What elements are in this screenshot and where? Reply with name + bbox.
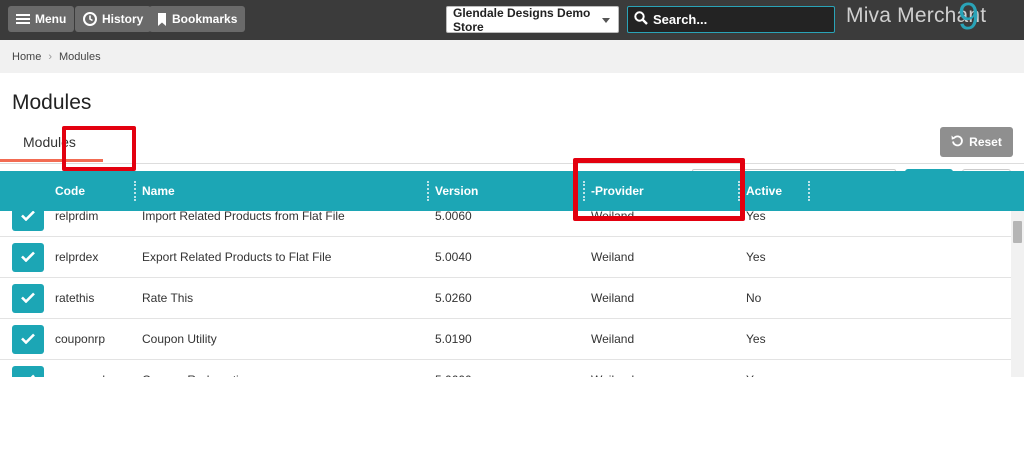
cell-active: No xyxy=(746,291,762,305)
row-checkbox[interactable] xyxy=(12,325,44,354)
table-scrollbar[interactable] xyxy=(1011,211,1024,377)
clock-icon xyxy=(83,12,97,26)
cell-provider: Weiland xyxy=(591,250,635,264)
tab-divider xyxy=(0,163,1024,164)
history-button[interactable]: History xyxy=(75,6,152,32)
table-row[interactable]: relprdex Export Related Products to Flat … xyxy=(0,237,1011,278)
cell-active: Yes xyxy=(746,211,766,223)
csv-highlight-box xyxy=(62,126,136,171)
column-resize-handle[interactable] xyxy=(427,181,429,201)
hamburger-icon xyxy=(16,13,30,25)
cell-version: 5.0190 xyxy=(435,332,472,346)
column-header-code[interactable]: Code xyxy=(55,171,85,211)
reset-button[interactable]: Reset xyxy=(940,127,1013,157)
table-row[interactable]: couponrp Coupon Utility 5.0190 Weiland Yes xyxy=(0,319,1011,360)
check-icon xyxy=(21,211,35,224)
cell-active: Yes xyxy=(746,360,766,377)
cell-name: Export Related Products to Flat File xyxy=(142,250,332,264)
undo-icon xyxy=(951,134,964,150)
row-checkbox[interactable] xyxy=(12,366,44,377)
check-icon xyxy=(21,292,35,306)
row-checkbox[interactable] xyxy=(12,243,44,272)
brand-mark: 9 xyxy=(958,0,980,38)
column-header-version[interactable]: Version xyxy=(435,171,478,211)
check-icon xyxy=(21,333,35,347)
cell-provider: Weiland xyxy=(591,332,635,346)
table-row[interactable]: ratethis Rate This 5.0260 Weiland No xyxy=(0,278,1011,319)
cell-version: 5.0600 xyxy=(435,360,472,377)
bookmarks-label: Bookmarks xyxy=(172,12,238,26)
caret-down-icon xyxy=(602,18,610,23)
cell-active: Yes xyxy=(746,250,766,264)
column-header-name[interactable]: Name xyxy=(142,171,175,211)
cell-name: Coupon Redemption xyxy=(142,360,252,377)
cell-provider: Weiland xyxy=(591,291,635,305)
cell-name: Import Related Products from Flat File xyxy=(142,211,345,223)
global-search-input[interactable]: Search... xyxy=(627,6,835,33)
bookmark-icon xyxy=(157,12,167,26)
bookmarks-button[interactable]: Bookmarks xyxy=(149,6,246,32)
cell-active: Yes xyxy=(746,332,766,346)
menu-button[interactable]: Menu xyxy=(8,6,75,32)
row-checkbox[interactable] xyxy=(12,284,44,313)
breadcrumb: Home › Modules xyxy=(0,40,1024,73)
menu-label: Menu xyxy=(35,12,67,26)
table-header: Code Name Version -Provider Active xyxy=(0,171,1024,211)
provider-highlight-box xyxy=(573,158,745,221)
cell-code: relprdim xyxy=(55,211,99,223)
cell-code: ratethis xyxy=(55,291,95,305)
breadcrumb-modules[interactable]: Modules xyxy=(59,51,101,63)
reset-label: Reset xyxy=(969,135,1002,149)
column-resize-handle[interactable] xyxy=(134,181,136,201)
cell-name: Coupon Utility xyxy=(142,332,217,346)
cell-version: 5.0060 xyxy=(435,211,472,223)
search-icon xyxy=(634,11,648,28)
page-title: Modules xyxy=(12,91,92,114)
cell-provider: Weiland xyxy=(591,360,634,377)
breadcrumb-home[interactable]: Home xyxy=(12,51,41,63)
table-row[interactable]: relprdim Import Related Products from Fla… xyxy=(0,211,1011,237)
cell-code: couponrp xyxy=(55,332,106,346)
chevron-right-icon: › xyxy=(48,50,53,63)
modules-table-body: relprdim Import Related Products from Fla… xyxy=(0,211,1011,377)
column-header-active[interactable]: Active xyxy=(746,171,782,211)
history-label: History xyxy=(102,12,144,26)
row-checkbox[interactable] xyxy=(12,211,44,231)
top-bar: Menu History Bookmarks Glendale Designs … xyxy=(0,0,1024,40)
table-row[interactable]: couponrd Coupon Redemption 5.0600 Weiland Ye… xyxy=(0,360,1011,377)
cell-version: 5.0040 xyxy=(435,250,472,264)
column-resize-handle[interactable] xyxy=(808,181,810,201)
global-search-placeholder: Search... xyxy=(653,12,708,27)
cell-code: couponrd xyxy=(55,360,105,377)
cell-name: Rate This xyxy=(142,291,194,305)
check-icon xyxy=(21,374,35,377)
cell-code: relprdex xyxy=(55,250,99,264)
store-select[interactable]: Glendale Designs Demo Store xyxy=(446,5,619,34)
check-icon xyxy=(21,251,35,265)
store-name: Glendale Designs Demo Store xyxy=(453,5,591,34)
scrollbar-thumb[interactable] xyxy=(1013,221,1022,243)
cell-version: 5.0260 xyxy=(435,291,472,305)
